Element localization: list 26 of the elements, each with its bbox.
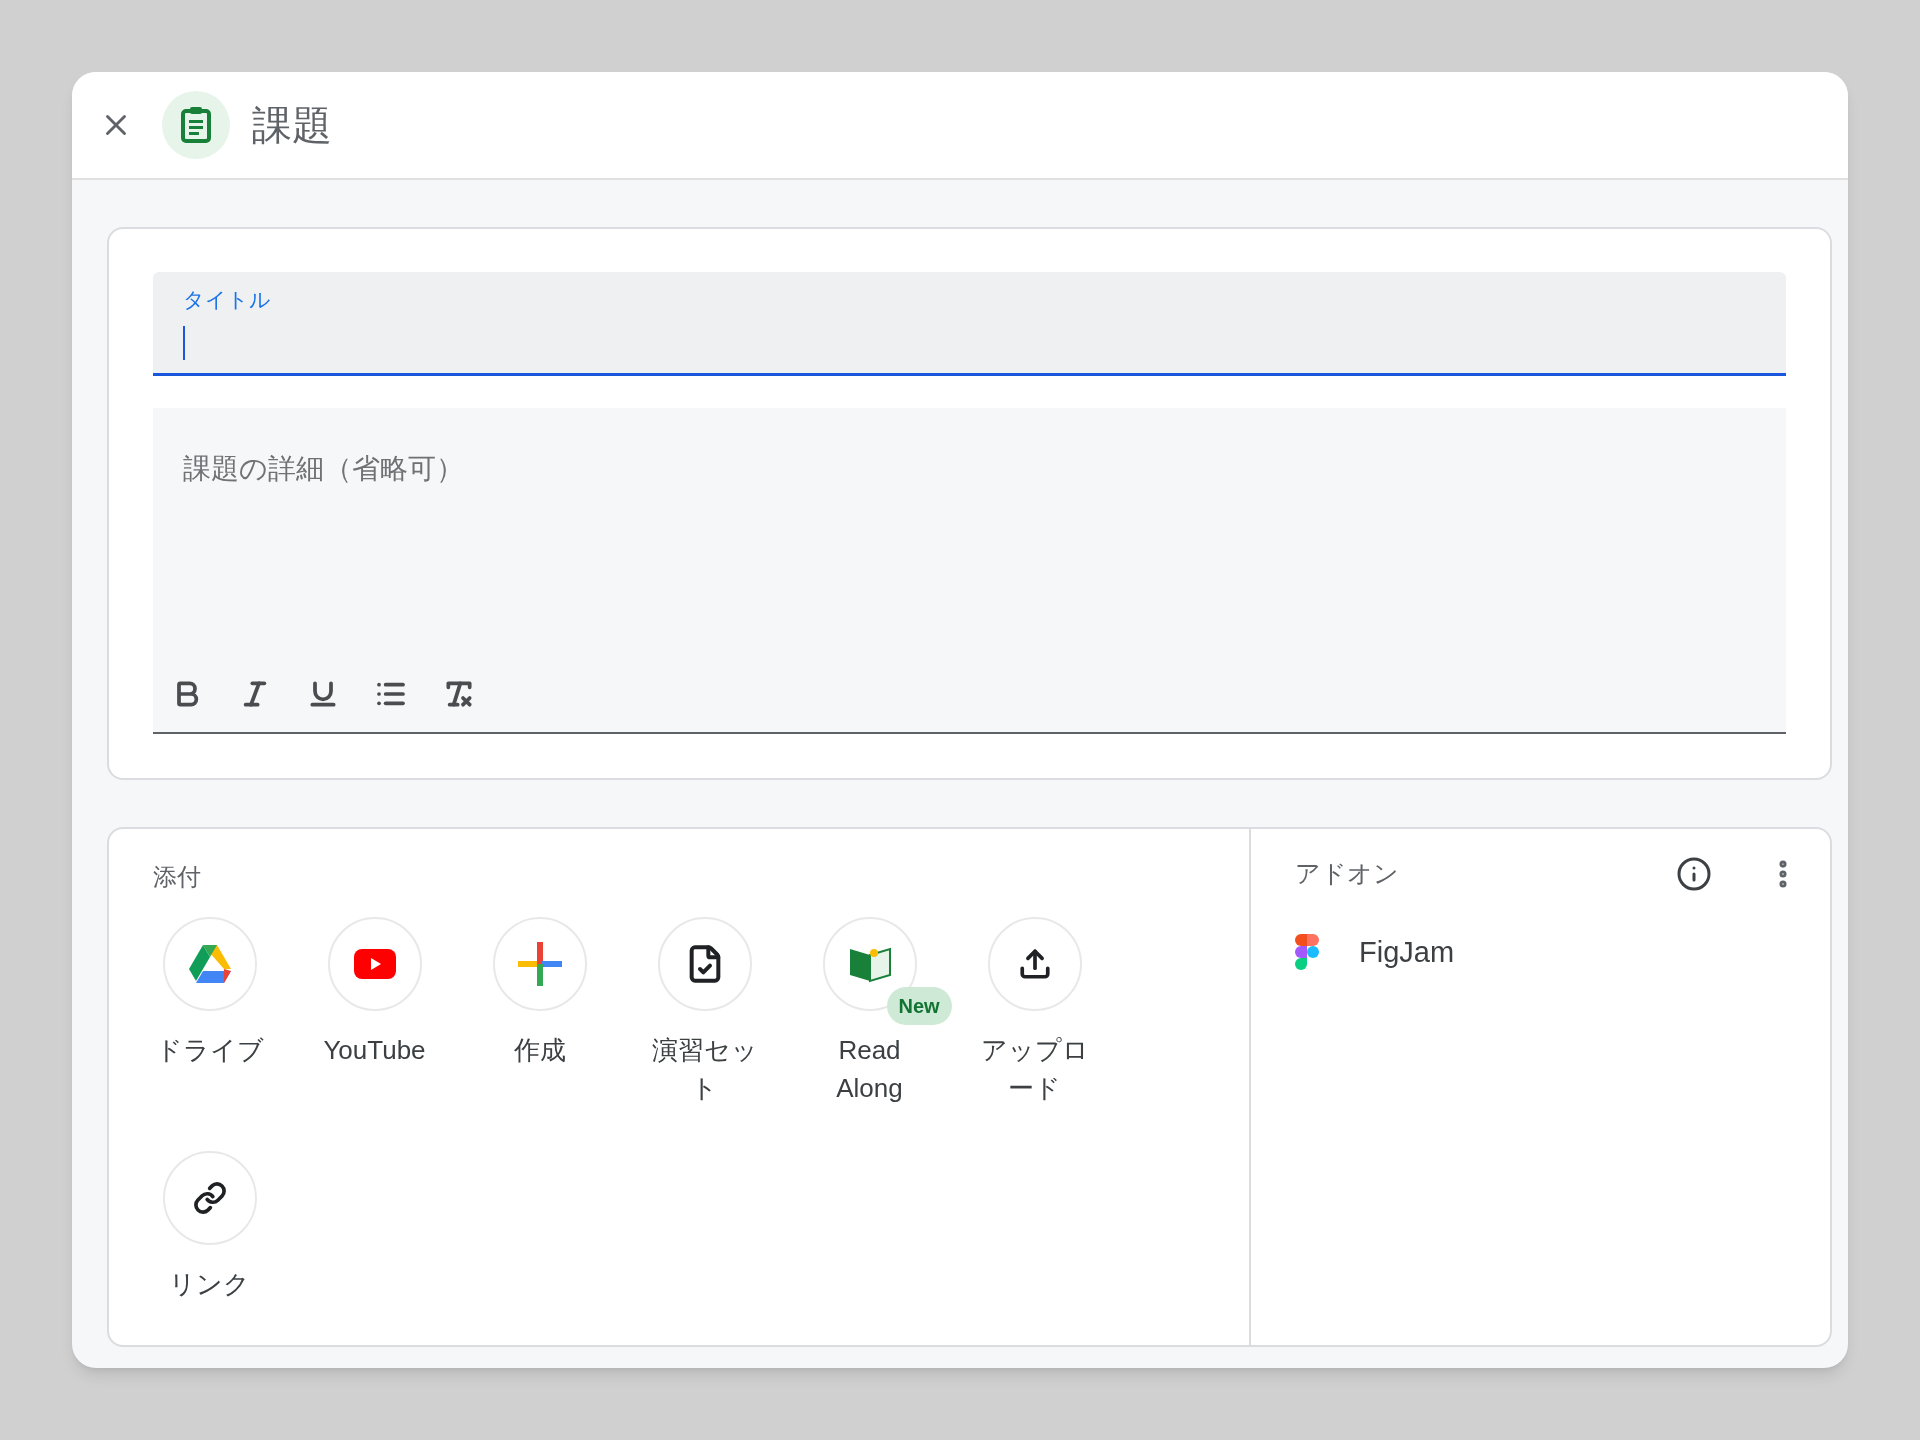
dialog-title: 課題 xyxy=(252,102,332,149)
attachment-option[interactable]: ドライブ xyxy=(127,917,292,1107)
play-icon xyxy=(353,949,396,979)
figma-logo-icon xyxy=(1295,934,1319,971)
field-label: タイトル xyxy=(183,287,272,313)
addon-item[interactable]: FigJam xyxy=(1295,930,1800,974)
link-icon xyxy=(192,1181,227,1215)
clear-formatting-icon xyxy=(443,678,475,710)
attachment-option[interactable]: YouTube xyxy=(292,917,457,1107)
upload-icon xyxy=(1017,947,1052,981)
addons-heading: アドオン xyxy=(1295,858,1400,889)
title-field[interactable]: タイトル xyxy=(153,272,1786,376)
drive-icon xyxy=(188,945,231,983)
info-icon[interactable] xyxy=(1676,855,1712,892)
attachment-option[interactable]: New Read Along xyxy=(787,917,952,1107)
text-caret xyxy=(183,325,185,360)
book-icon xyxy=(847,945,892,983)
attachment-option[interactable]: 作成 xyxy=(457,917,622,1107)
plus-icon xyxy=(517,942,562,986)
attachment-option[interactable]: アップロード xyxy=(952,917,1117,1107)
description-field[interactable]: 課題の詳細（省略可） xyxy=(153,408,1786,734)
attachments-heading: 添付 xyxy=(153,862,202,892)
new-badge: New xyxy=(886,987,952,1025)
attachment-option[interactable]: 演習セット xyxy=(622,917,787,1107)
description-placeholder: 課題の詳細（省略可） xyxy=(183,452,465,486)
attachment-option[interactable]: リンク xyxy=(127,1151,292,1303)
